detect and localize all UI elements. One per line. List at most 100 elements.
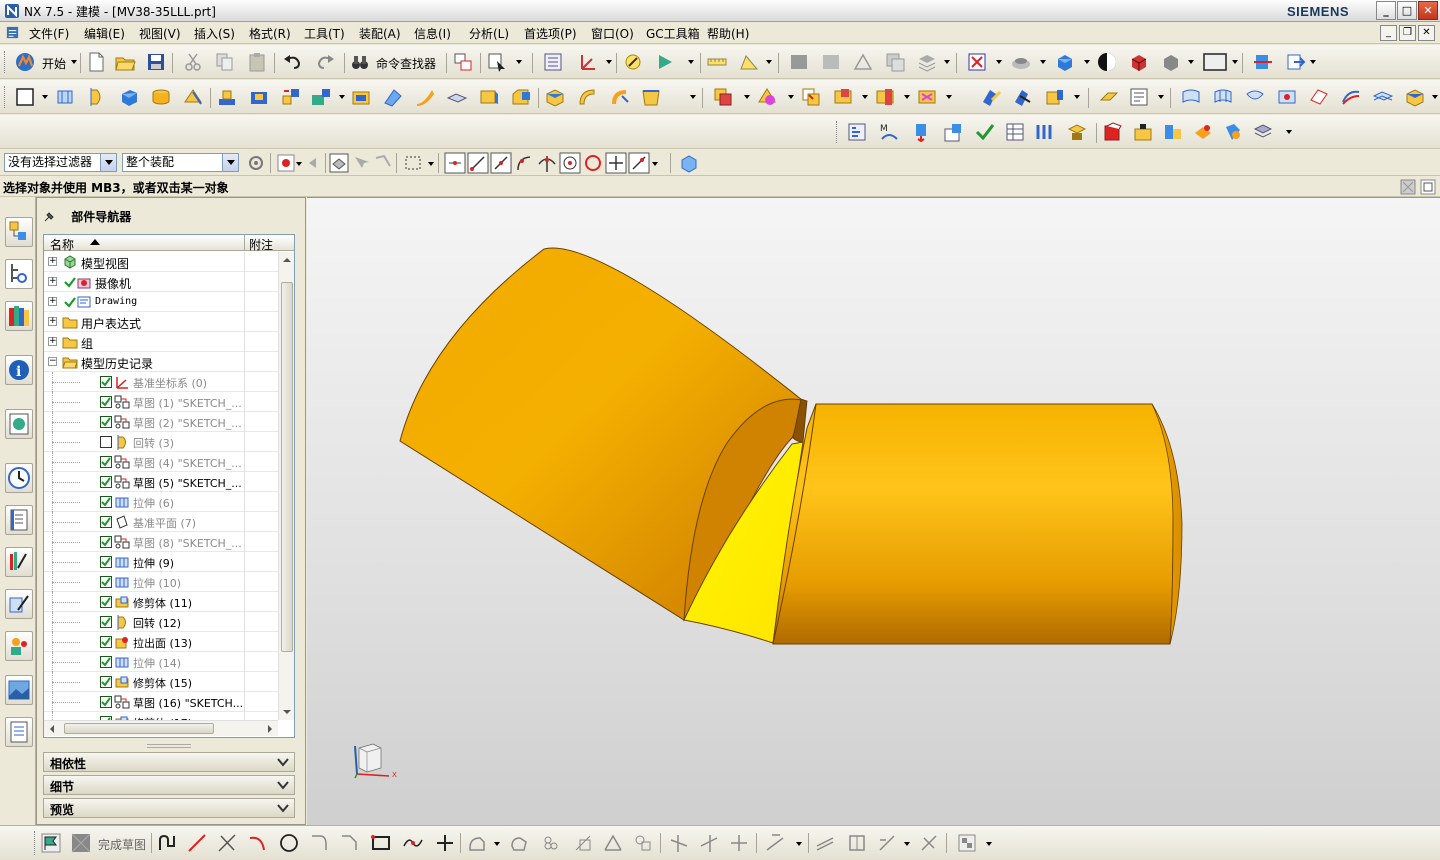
tree-row[interactable]: 草图 (2) "SKETCH_... — [44, 412, 278, 432]
filter-settings-icon[interactable] — [245, 152, 267, 174]
tree-row[interactable]: + 模型视图 — [44, 252, 278, 272]
tree-row[interactable]: 草图 (16) "SKETCH... — [44, 692, 278, 712]
chamfer-icon[interactable] — [510, 86, 532, 108]
subtract-icon[interactable] — [756, 86, 778, 108]
scroll-down-icon[interactable] — [279, 704, 295, 720]
cut-icon[interactable] — [182, 51, 204, 73]
hidden-edge-icon[interactable] — [1160, 51, 1182, 73]
swept-surface-icon[interactable] — [1244, 86, 1266, 108]
point-icon[interactable] — [434, 832, 456, 854]
status-icon[interactable] — [1400, 179, 1416, 195]
tree-row[interactable]: 草图 (5) "SKETCH_... — [44, 472, 278, 492]
pattern-curve-icon[interactable] — [508, 832, 530, 854]
close-button[interactable]: ✕ — [1418, 1, 1438, 20]
exploded-view-icon[interactable] — [1034, 121, 1056, 143]
model-view[interactable]: X — [307, 198, 1440, 826]
document-system-icon[interactable] — [5, 25, 20, 40]
snap-quadrant-icon[interactable] — [582, 152, 604, 174]
bill-of-materials-icon[interactable] — [1004, 121, 1026, 143]
full-screen-icon[interactable] — [1420, 179, 1436, 195]
doc-close-button[interactable]: ✕ — [1418, 25, 1435, 41]
sketch-rectangle-icon[interactable] — [14, 86, 36, 108]
menu-insert[interactable]: 插入(S) — [194, 25, 235, 42]
revolve-icon[interactable] — [86, 86, 108, 108]
tree-horizontal-scrollbar[interactable] — [44, 720, 278, 736]
menu-preferences[interactable]: 首选项(P) — [524, 25, 577, 42]
menu-information[interactable]: 信息(I) — [414, 25, 451, 42]
feature-checkbox[interactable] — [100, 376, 112, 388]
mold-tools-icon[interactable] — [1132, 121, 1154, 143]
snap-arc-center-icon[interactable] — [559, 152, 581, 174]
menu-assemblies[interactable]: 装配(A) — [359, 25, 401, 42]
snap-point-on-curve-icon[interactable] — [628, 152, 650, 174]
selection-tools-icon[interactable] — [486, 51, 508, 73]
feature-checkbox[interactable] — [100, 676, 112, 688]
feature-checkbox[interactable] — [100, 636, 112, 648]
dependencies-panel[interactable]: 相依性 — [43, 752, 295, 772]
tree-row[interactable]: − 模型历史记录 — [44, 352, 278, 372]
sketch-options-icon[interactable] — [956, 832, 978, 854]
tree-row[interactable]: 回转 (12) — [44, 612, 278, 632]
show-constraints-icon[interactable] — [876, 832, 898, 854]
paste-icon[interactable] — [246, 51, 268, 73]
snap-curve-icon[interactable] — [513, 152, 535, 174]
tree-row[interactable]: + 组 — [44, 332, 278, 352]
hd3d-tools-tab[interactable]: i — [5, 355, 33, 385]
scroll-up-icon[interactable] — [279, 252, 295, 268]
chevron-down-icon[interactable] — [100, 154, 116, 171]
finish-sketch-icon[interactable] — [70, 832, 92, 854]
right-cylinder-body[interactable] — [772, 403, 1175, 645]
tree-row[interactable]: 基准坐标系 (0) — [44, 372, 278, 392]
chevron-down-icon[interactable] — [276, 756, 290, 768]
menu-help[interactable]: 帮助(H) — [707, 25, 749, 42]
tree-row[interactable]: 拉伸 (14) — [44, 652, 278, 672]
feature-checkbox[interactable] — [100, 416, 112, 428]
binoculars-icon[interactable] — [349, 51, 371, 73]
measure-distance-icon[interactable] — [706, 51, 728, 73]
assembly-sequence-icon[interactable] — [1252, 121, 1274, 143]
part-navigator-tab[interactable] — [5, 259, 33, 289]
chevron-down-icon[interactable] — [222, 154, 238, 171]
hscroll-thumb[interactable] — [64, 723, 214, 734]
face-blend-icon[interactable] — [576, 86, 598, 108]
feature-checkbox[interactable] — [100, 536, 112, 548]
add-component-icon[interactable] — [910, 121, 932, 143]
menu-gc-toolkit[interactable]: GC工具箱 — [646, 25, 700, 42]
project-curve-icon[interactable] — [602, 832, 624, 854]
assembly-navigator-tab[interactable] — [5, 217, 33, 247]
display-mode-icon[interactable] — [1096, 51, 1118, 73]
edge-blend-icon[interactable] — [544, 86, 566, 108]
tree-row[interactable]: 草图 (1) "SKETCH_... — [44, 392, 278, 412]
print-tab[interactable] — [5, 717, 33, 747]
snap-point-on-face-icon[interactable] — [678, 152, 700, 174]
pin-icon[interactable] — [43, 211, 55, 223]
split-body-icon[interactable] — [874, 86, 896, 108]
column-name-header[interactable]: 名称 — [50, 236, 74, 253]
nx-start-icon[interactable] — [14, 51, 36, 73]
replace-face-icon[interactable] — [1044, 86, 1066, 108]
sketch-finish-flag-icon[interactable] — [40, 832, 62, 854]
selection-intent-icon[interactable] — [350, 152, 372, 174]
tree-row[interactable]: 基准平面 (7) — [44, 512, 278, 532]
scroll-right-icon[interactable] — [262, 721, 278, 737]
quick-trim-icon[interactable] — [668, 832, 690, 854]
tree-row[interactable]: + 摄像机 — [44, 272, 278, 292]
boss-icon[interactable] — [216, 86, 238, 108]
play-animation-icon[interactable] — [654, 51, 676, 73]
chevron-down-icon[interactable] — [276, 779, 290, 791]
menu-window[interactable]: 窗口(O) — [591, 25, 634, 42]
ruled-surface-icon[interactable] — [1276, 86, 1298, 108]
circle-icon[interactable] — [278, 832, 300, 854]
assembly-navigator-icon[interactable] — [846, 121, 868, 143]
gc-toolkit-icon[interactable] — [1222, 121, 1244, 143]
snap-midpoint-icon[interactable] — [490, 152, 512, 174]
pattern-icon[interactable] — [916, 86, 938, 108]
process-studio-tab[interactable] — [5, 547, 33, 577]
pad-icon[interactable] — [280, 86, 302, 108]
wave-link-icon[interactable] — [1102, 121, 1124, 143]
new-file-icon[interactable] — [85, 51, 107, 73]
tree-row[interactable]: 草图 (8) "SKETCH_... — [44, 532, 278, 552]
studio-spline-icon[interactable] — [402, 832, 424, 854]
line-icon[interactable] — [186, 832, 208, 854]
tree-vertical-scrollbar[interactable] — [278, 252, 294, 720]
